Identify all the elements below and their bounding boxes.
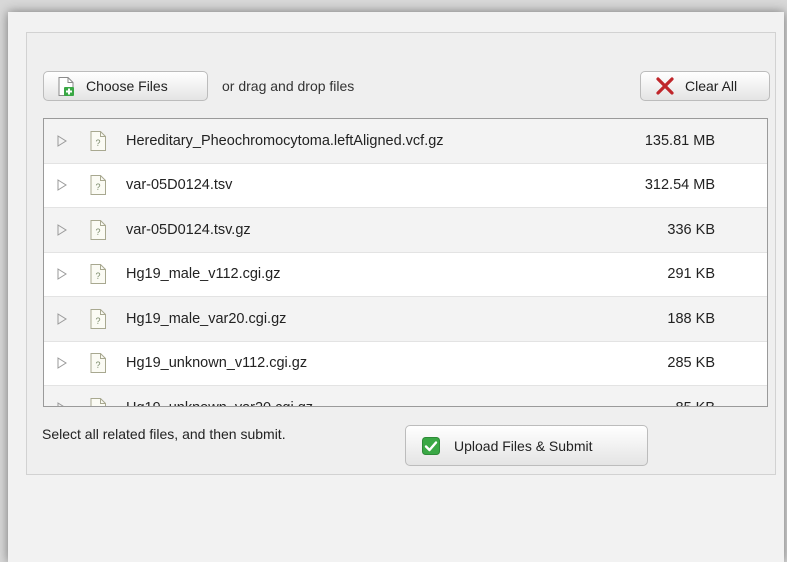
triangle-right-icon[interactable] xyxy=(56,312,68,325)
clear-all-button[interactable]: Clear All xyxy=(640,71,770,101)
file-name: Hg19_male_var20.cgi.gz xyxy=(126,310,287,327)
triangle-right-icon[interactable] xyxy=(56,134,68,147)
choose-files-button[interactable]: Choose Files xyxy=(43,71,208,101)
file-row[interactable]: ? Hg19_male_var20.cgi.gz 188 KB xyxy=(44,297,767,342)
file-size: 135.81 MB xyxy=(644,132,715,149)
file-row[interactable]: ? var-05D0124.tsv.gz 336 KB xyxy=(44,208,767,253)
upload-submit-label: Upload Files & Submit xyxy=(454,437,593,454)
file-name: var-05D0124.tsv.gz xyxy=(126,221,251,238)
svg-text:?: ? xyxy=(95,405,100,407)
unknown-file-icon: ? xyxy=(90,219,106,240)
file-name: var-05D0124.tsv xyxy=(126,177,233,194)
triangle-right-icon[interactable] xyxy=(56,268,68,281)
unknown-file-icon: ? xyxy=(90,397,106,407)
upload-panel: Choose Files or drag and drop files Clea… xyxy=(26,32,776,475)
file-row[interactable]: ? var-05D0124.tsv 312.54 MB xyxy=(44,163,767,208)
svg-text:?: ? xyxy=(95,271,100,281)
unknown-file-icon: ? xyxy=(90,353,106,374)
file-row[interactable]: ? Hg19_unknown_v112.cgi.gz 285 KB xyxy=(44,341,767,386)
clear-all-label: Clear All xyxy=(685,78,738,94)
file-name: Hg19_unknown_v112.cgi.gz xyxy=(126,355,308,372)
file-row[interactable]: ? Hereditary_Pheochromocytoma.leftAligned… xyxy=(44,119,767,164)
svg-text:?: ? xyxy=(95,182,100,192)
unknown-file-icon: ? xyxy=(90,175,106,196)
window-frame: Choose Files or drag and drop files Clea… xyxy=(8,12,784,562)
choose-files-label: Choose Files xyxy=(86,78,168,94)
file-row[interactable]: ? Hg19_unknown_var20.cgi.gz 85 KB xyxy=(44,386,767,407)
triangle-right-icon[interactable] xyxy=(56,223,68,236)
checkbox-check-icon xyxy=(422,436,440,455)
triangle-right-icon[interactable] xyxy=(56,401,68,407)
svg-text:?: ? xyxy=(95,227,100,237)
file-name: Hg19_male_v112.cgi.gz xyxy=(126,266,281,283)
file-row[interactable]: ? Hg19_male_v112.cgi.gz 291 KB xyxy=(44,252,767,297)
file-add-icon xyxy=(58,76,74,96)
submit-hint: Select all related files, and then submi… xyxy=(42,426,286,442)
file-size: 312.54 MB xyxy=(644,177,715,194)
svg-text:?: ? xyxy=(95,138,100,148)
file-size: 188 KB xyxy=(667,310,715,327)
triangle-right-icon[interactable] xyxy=(56,179,68,192)
file-size: 285 KB xyxy=(667,355,715,372)
unknown-file-icon: ? xyxy=(90,264,106,285)
file-list[interactable]: ? Hereditary_Pheochromocytoma.leftAligned… xyxy=(43,118,768,407)
triangle-right-icon[interactable] xyxy=(56,357,68,370)
drop-hint: or drag and drop files xyxy=(222,78,355,94)
file-name: Hereditary_Pheochromocytoma.leftAligned.… xyxy=(126,132,444,149)
svg-text:?: ? xyxy=(95,360,100,370)
unknown-file-icon: ? xyxy=(90,130,106,151)
file-size: 85 KB xyxy=(676,400,716,406)
svg-text:?: ? xyxy=(95,316,100,326)
file-name: Hg19_unknown_var20.cgi.gz xyxy=(126,400,313,406)
unknown-file-icon: ? xyxy=(90,308,106,329)
file-size: 336 KB xyxy=(667,221,715,238)
file-size: 291 KB xyxy=(667,266,715,283)
x-icon xyxy=(656,77,674,95)
upload-submit-button[interactable]: Upload Files & Submit xyxy=(405,425,648,466)
